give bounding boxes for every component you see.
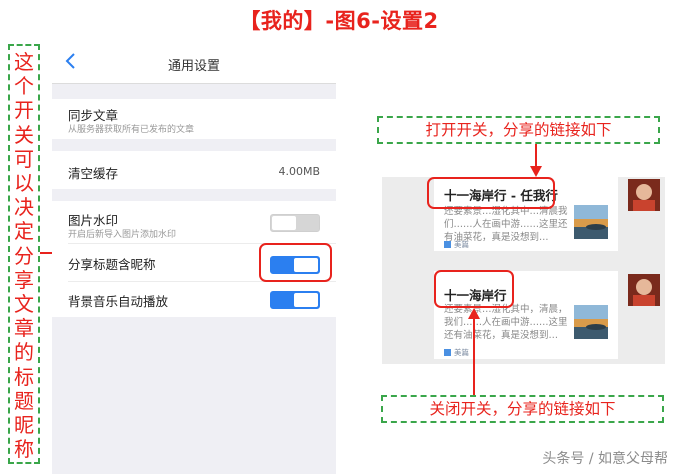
sync-articles-subtitle: 从服务器获取所有已发布的文章: [68, 125, 195, 135]
avatar: [628, 179, 660, 211]
toggle-knob: [272, 216, 296, 230]
cache-size-value: 4.00MB: [278, 165, 320, 178]
card-thumbnail: [574, 205, 608, 239]
card-thumbnail: [574, 305, 608, 339]
toggle-knob: [294, 293, 318, 307]
meipian-icon: [444, 241, 451, 248]
share-nickname-title: 分享标题含昵称: [68, 257, 156, 272]
cache-group: 清空缓存 4.00MB: [52, 151, 336, 189]
card-source-label: 美篇: [454, 348, 469, 357]
sync-group: 同步文章 从服务器获取所有已发布的文章: [52, 99, 336, 139]
nav-title: 通用设置: [167, 59, 220, 74]
watermark-text: 头条号 / 如意父母帮: [542, 451, 668, 467]
image-watermark-row: 图片水印 开启后新导入图片添加水印: [52, 201, 336, 243]
side-annotation-box: 这个开关可以决定分享文章的标题昵称: [8, 44, 40, 464]
avatar: [628, 274, 660, 306]
card-excerpt: 还要素景…湿化其中，清晨，我们……人在画中游……这里还有油菜花，真是没想到…: [444, 304, 568, 341]
seascape-image: [574, 205, 608, 239]
avatar-image: [628, 179, 660, 211]
image-watermark-toggle[interactable]: [270, 214, 320, 232]
clear-cache-title: 清空缓存: [68, 166, 119, 181]
card-source: 美篇: [444, 347, 469, 358]
seascape-image: [574, 305, 608, 339]
toggle-highlight-box: [259, 243, 332, 282]
card-source-label: 美篇: [454, 240, 469, 249]
caption-off-arrow-line: [473, 318, 475, 395]
nav-bar: 通用设置: [52, 43, 336, 84]
bg-music-title: 背景音乐自动播放: [68, 294, 169, 309]
caption-off-arrow-head: [468, 308, 480, 319]
card-source: 美篇: [444, 239, 469, 250]
clear-cache-row[interactable]: 清空缓存 4.00MB: [52, 151, 336, 189]
caption-on: 打开开关，分享的链接如下: [377, 116, 660, 144]
bg-music-row: 背景音乐自动播放: [52, 282, 336, 317]
meipian-icon: [444, 349, 451, 356]
page-title: 【我的】-图6-设置2: [239, 9, 439, 33]
side-annotation-text: 这个开关可以决定分享文章的标题昵称: [14, 50, 34, 462]
image-watermark-subtitle: 开启后新导入图片添加水印: [68, 230, 177, 240]
avatar-image: [628, 274, 660, 306]
sync-articles-row[interactable]: 同步文章 从服务器获取所有已发布的文章: [52, 99, 336, 139]
caption-off: 关闭开关，分享的链接如下: [381, 395, 664, 423]
bg-music-toggle[interactable]: [270, 291, 320, 309]
title-off-highlight-box: [434, 270, 514, 308]
title-on-highlight-box: [427, 177, 555, 209]
